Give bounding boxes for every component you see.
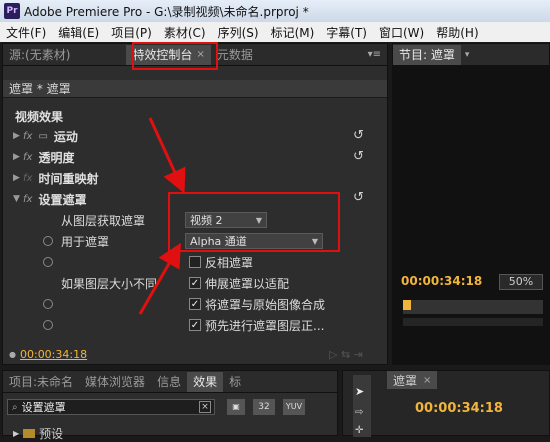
arrow-to-matte-settings: [148, 117, 186, 194]
annotation-arrows: [138, 117, 186, 315]
arrow-to-use-for-dropdown: [138, 242, 181, 315]
